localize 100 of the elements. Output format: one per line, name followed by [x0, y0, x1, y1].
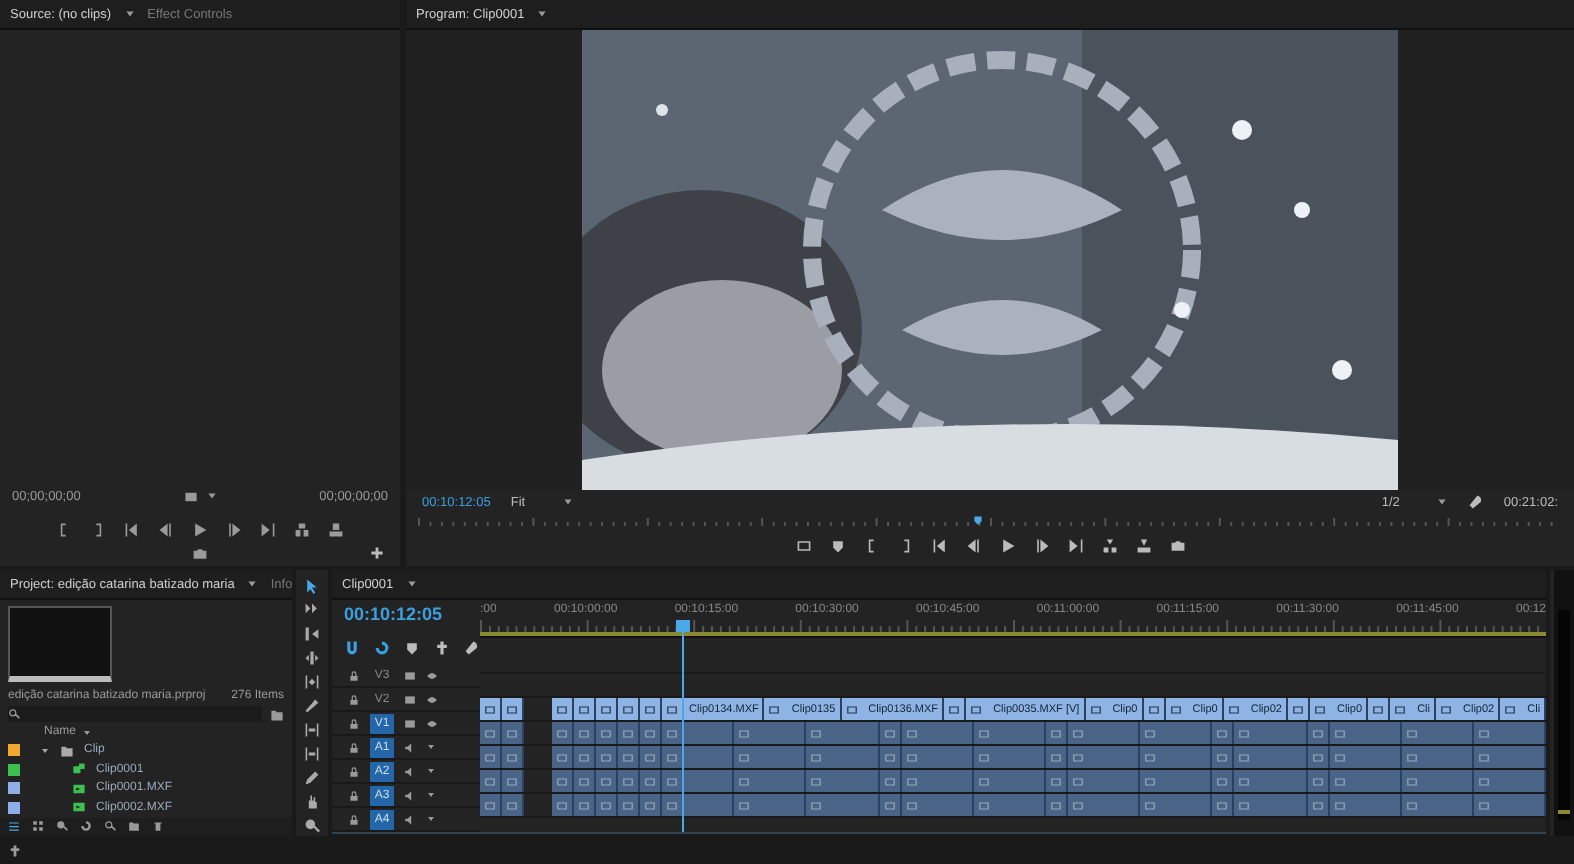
audio-clip[interactable] — [1473, 746, 1547, 768]
audio-clip[interactable] — [1212, 794, 1235, 816]
overwrite-icon[interactable] — [328, 522, 344, 538]
audio-clip[interactable] — [1473, 770, 1547, 792]
audio-clip[interactable] — [1140, 770, 1213, 792]
audio-clip[interactable] — [1234, 746, 1307, 768]
audio-clip[interactable] — [662, 794, 735, 816]
marker-icon[interactable] — [404, 640, 420, 656]
audio-clip[interactable] — [502, 770, 524, 792]
audio-clip[interactable] — [574, 746, 596, 768]
audio-clip[interactable] — [1045, 722, 1068, 744]
play-icon[interactable] — [192, 522, 208, 538]
caret-icon[interactable] — [536, 8, 549, 20]
audio-clip[interactable] — [1401, 770, 1474, 792]
video-clip[interactable] — [1143, 698, 1166, 720]
audio-clip[interactable] — [806, 746, 880, 768]
hand-icon[interactable] — [304, 794, 320, 810]
lock-icon[interactable] — [348, 813, 360, 825]
magnet-icon[interactable] — [344, 640, 360, 656]
audio-clip[interactable] — [1234, 770, 1307, 792]
zoom-icon[interactable] — [304, 818, 320, 834]
step-forward-icon[interactable] — [1033, 538, 1049, 554]
go-to-in-icon[interactable] — [124, 522, 140, 538]
video-clip[interactable] — [640, 698, 662, 720]
go-to-out-icon[interactable] — [260, 522, 276, 538]
audio-clip[interactable] — [502, 794, 524, 816]
audio-clip[interactable] — [618, 722, 640, 744]
lift-icon[interactable] — [1101, 538, 1117, 554]
audio-clip[interactable] — [640, 746, 662, 768]
caret-icon[interactable] — [426, 766, 436, 776]
audio-clip[interactable] — [574, 722, 596, 744]
video-clip[interactable] — [1368, 698, 1391, 720]
audio-clip[interactable] — [973, 746, 1046, 768]
video-clip[interactable] — [502, 698, 524, 720]
audio-clip[interactable] — [1307, 794, 1329, 816]
lock-icon[interactable] — [348, 765, 360, 777]
audio-clip[interactable] — [1234, 794, 1307, 816]
audio-clip[interactable] — [574, 794, 596, 816]
audio-clip[interactable] — [1212, 746, 1235, 768]
caret-icon[interactable] — [123, 8, 136, 20]
audio-clip[interactable] — [734, 794, 807, 816]
go-to-in-icon[interactable] — [931, 538, 947, 554]
caret-icon[interactable] — [426, 742, 436, 752]
audio-clip[interactable] — [901, 794, 974, 816]
audio-clip[interactable] — [596, 770, 618, 792]
camera-icon[interactable] — [192, 546, 208, 562]
folder-icon[interactable] — [128, 820, 140, 833]
caret-icon[interactable] — [246, 578, 259, 590]
ripple-icon[interactable] — [304, 626, 320, 642]
audio-clip[interactable] — [1045, 794, 1068, 816]
audio-clip[interactable] — [879, 794, 902, 816]
folder-icon[interactable] — [270, 707, 284, 722]
audio-clip[interactable] — [1140, 722, 1213, 744]
audio-clip[interactable] — [640, 794, 662, 816]
audio-clip[interactable] — [574, 770, 596, 792]
audio-clip[interactable] — [552, 770, 574, 792]
audio-clip[interactable] — [662, 770, 735, 792]
audio-clip[interactable] — [618, 746, 640, 768]
audio-clip[interactable] — [879, 746, 902, 768]
caret-icon[interactable] — [426, 790, 436, 800]
audio-clip[interactable] — [1234, 722, 1307, 744]
audio-clip[interactable] — [1067, 746, 1141, 768]
audio-clip[interactable] — [1473, 794, 1547, 816]
audio-clip[interactable] — [552, 794, 574, 816]
stretch-icon[interactable] — [304, 674, 320, 690]
audio-clip[interactable] — [596, 722, 618, 744]
search-field[interactable] — [8, 706, 262, 723]
audio-clip[interactable] — [734, 770, 807, 792]
audio-clip[interactable] — [1329, 794, 1402, 816]
audio-clip[interactable] — [901, 722, 974, 744]
audio-clip[interactable] — [618, 770, 640, 792]
pen-icon[interactable] — [304, 770, 320, 786]
audio-clip[interactable] — [1473, 722, 1547, 744]
audio-clip[interactable] — [1067, 770, 1141, 792]
audio-clip[interactable] — [734, 722, 807, 744]
video-clip[interactable] — [1287, 698, 1310, 720]
audio-clip[interactable] — [1401, 794, 1474, 816]
audio-clip[interactable] — [1329, 746, 1402, 768]
go-to-out-icon[interactable] — [1067, 538, 1083, 554]
audio-clip[interactable] — [973, 770, 1046, 792]
audio-clip[interactable] — [480, 794, 502, 816]
audio-clip[interactable] — [1045, 770, 1068, 792]
audio-clip[interactable] — [618, 794, 640, 816]
audio-clip[interactable] — [596, 746, 618, 768]
audio-clip[interactable] — [1329, 770, 1402, 792]
audio-clip[interactable] — [552, 746, 574, 768]
audio-clip[interactable] — [806, 722, 880, 744]
video-clip[interactable] — [480, 698, 502, 720]
playhead[interactable] — [676, 620, 691, 632]
audio-clip[interactable] — [596, 794, 618, 816]
audio-clip[interactable] — [734, 746, 807, 768]
audio-clip[interactable] — [1212, 722, 1235, 744]
audio-clip[interactable] — [1307, 746, 1329, 768]
lock-icon[interactable] — [348, 669, 360, 681]
audio-clip[interactable] — [640, 722, 662, 744]
slip-icon[interactable] — [304, 722, 320, 738]
audio-clip[interactable] — [901, 770, 974, 792]
audio-clip[interactable] — [1045, 746, 1068, 768]
slide-icon[interactable] — [304, 746, 320, 762]
audio-clip[interactable] — [662, 722, 735, 744]
